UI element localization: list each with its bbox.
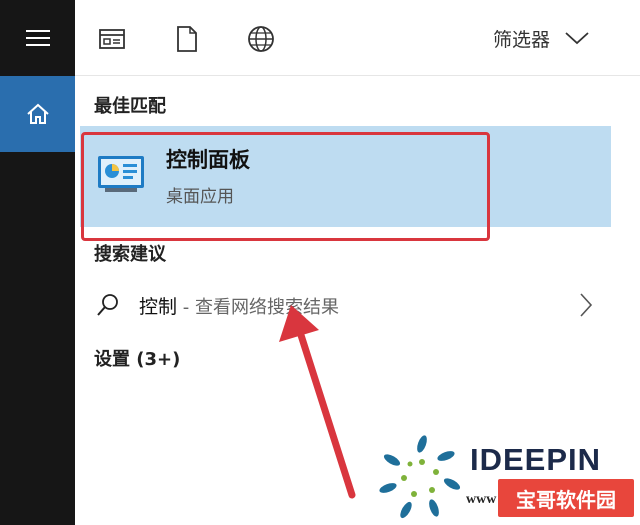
apps-icon [99,29,125,49]
suggestion-description: 查看网络搜索结果 [194,296,339,318]
suggestion-separator: - [177,296,195,318]
filter-label: 筛选器 [492,28,550,51]
filter-toolbar: 筛选器 [75,0,640,76]
documents-filter-button[interactable] [172,24,202,54]
best-match-heading: 最佳匹配 [94,96,166,117]
left-rail [0,0,75,525]
documents-icon [177,26,197,52]
web-filter-button[interactable] [246,24,276,54]
chevron-right-icon[interactable] [579,292,593,318]
settings-heading: 设置 (3+) [94,349,181,370]
annotation-highlight-box [81,132,490,241]
search-suggestions-heading: 搜索建议 [94,244,166,265]
suggestion-text: 控制 - 查看网络搜索结果 [139,292,339,319]
home-button[interactable] [0,76,75,152]
search-icon [97,294,118,316]
spiral-logo-icon [379,435,461,519]
apps-filter-button[interactable] [97,24,127,54]
suggestion-query: 控制 [139,295,178,318]
search-suggestion-item[interactable]: 控制 - 查看网络搜索结果 [80,278,611,332]
watermark-url: www [466,492,497,507]
filter-dropdown[interactable]: 筛选器 [493,25,590,51]
watermark: IDEEPIN www 宝哥软件园 [376,430,640,525]
hamburger-menu-icon [25,30,50,46]
watermark-brand: IDEEPIN [470,442,602,477]
home-icon [26,103,49,124]
watermark-badge: 宝哥软件园 [498,479,634,517]
menu-button[interactable] [0,0,75,76]
web-icon [248,26,274,52]
chevron-down-icon [565,32,589,45]
